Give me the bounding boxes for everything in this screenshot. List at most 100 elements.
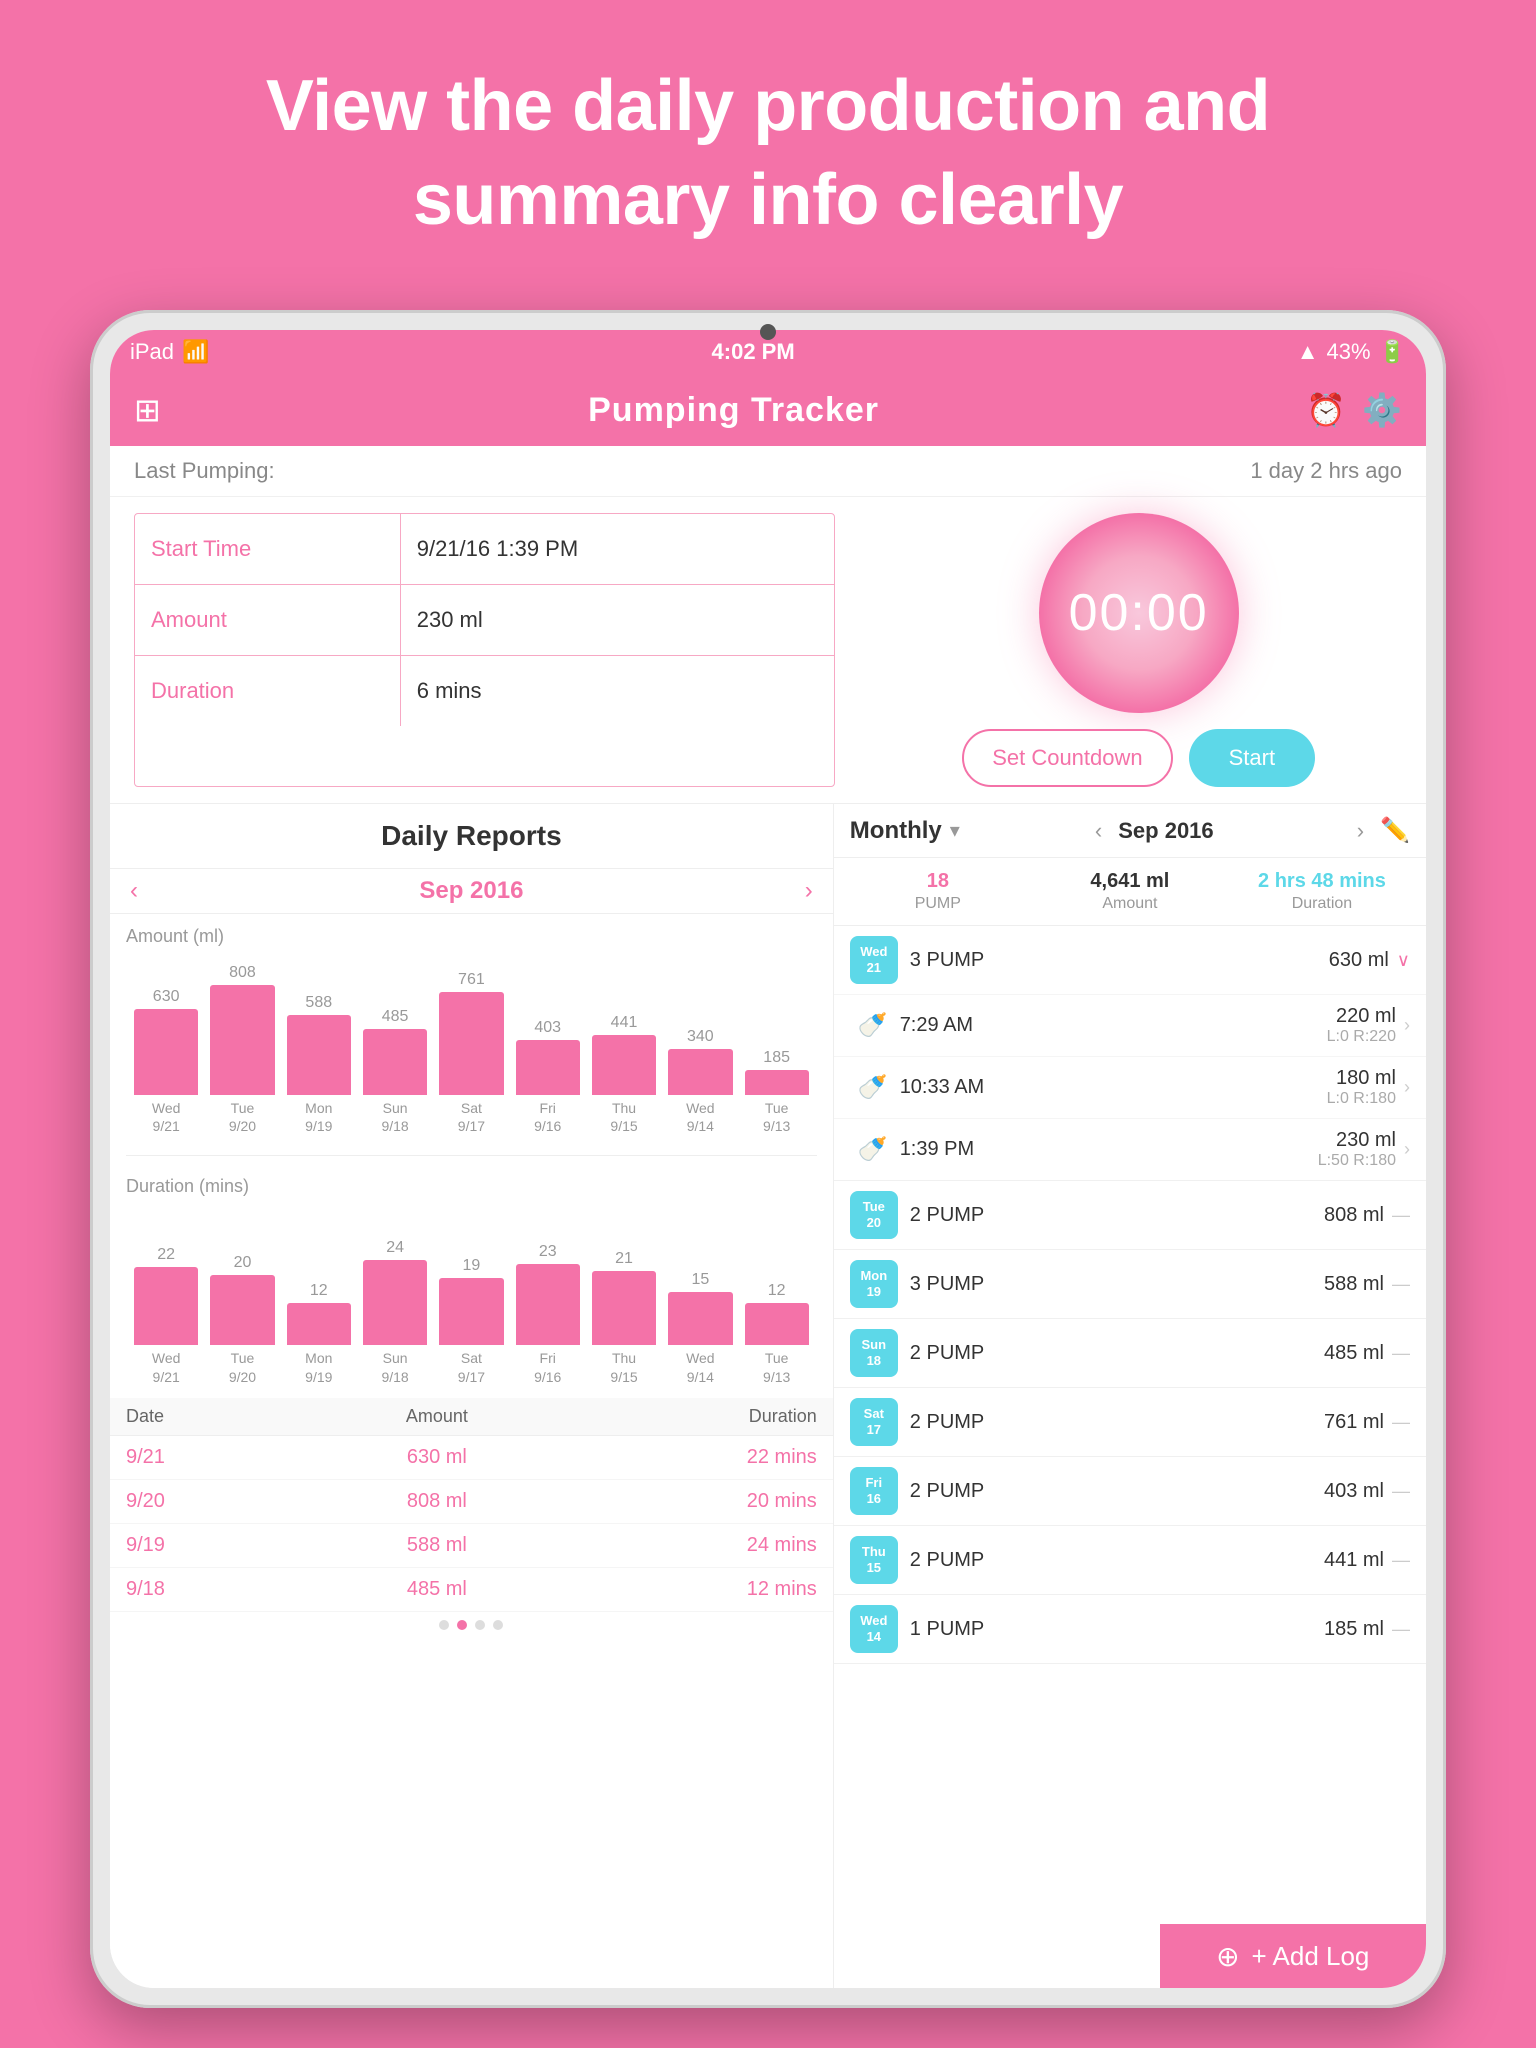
day-header[interactable]: Sun182 PUMP485 ml— — [834, 1319, 1426, 1387]
dot-3 — [475, 1620, 485, 1630]
amount-bar-group: 403 — [516, 955, 580, 1095]
day-entry: Mon193 PUMP588 ml— — [834, 1250, 1426, 1319]
sub-amount-col: 180 ml L:0 R:180 — [1327, 1067, 1396, 1108]
monthly-panel: Monthly ▾ ‹ Sep 2016 › ✏️ 18 PUMP — [834, 804, 1426, 1988]
table-rows: 9/21 630 ml 22 mins 9/20 808 ml 20 mins … — [110, 1436, 833, 1612]
duration-bar-x-label: Sat9/17 — [439, 1349, 503, 1385]
duration-bar-group: 15 — [668, 1205, 732, 1345]
amount-bar-value: 588 — [305, 994, 332, 1012]
device-name: iPad — [130, 339, 174, 365]
amount-bar — [287, 1015, 351, 1095]
td-date: 9/18 — [126, 1578, 299, 1601]
monthly-nav: Monthly ▾ ‹ Sep 2016 › ✏️ — [834, 804, 1426, 858]
dot-2 — [457, 1620, 467, 1630]
day-header[interactable]: Mon193 PUMP588 ml— — [834, 1250, 1426, 1318]
reports-nav: ‹ Sep 2016 › — [110, 868, 833, 914]
table-row: 9/21 630 ml 22 mins — [110, 1436, 833, 1480]
amount-bar-value: 403 — [534, 1019, 561, 1037]
timer-buttons: Set Countdown Start — [962, 729, 1315, 787]
wifi-icon: 📶 — [182, 339, 209, 365]
amount-bar-group: 340 — [668, 955, 732, 1095]
app-content: Last Pumping: 1 day 2 hrs ago Start Time… — [110, 446, 1426, 1988]
day-entry: Wed213 PUMP630 ml∨ 🍼 7:29 AM 220 ml L:0 … — [834, 926, 1426, 1181]
sub-chevron: › — [1404, 1139, 1410, 1160]
duration-bar-group: 19 — [439, 1205, 503, 1345]
td-amount: 485 ml — [299, 1578, 575, 1601]
grid-icon[interactable]: ⊞ — [134, 391, 161, 429]
prev-month-button[interactable]: ‹ — [130, 877, 138, 905]
td-duration: 12 mins — [575, 1578, 817, 1601]
amount-bar-value: 808 — [229, 964, 256, 982]
duration-bar-value: 20 — [234, 1254, 252, 1272]
day-amount: 630 ml — [1329, 949, 1389, 972]
day-expand-arrow[interactable]: — — [1392, 1343, 1410, 1364]
duration-bar-x-label: Wed9/21 — [134, 1349, 198, 1385]
duration-bar-value: 22 — [157, 1246, 175, 1264]
duration-bar-group: 12 — [745, 1205, 809, 1345]
pump-icon: 🍼 — [858, 1011, 888, 1040]
day-expand-arrow[interactable]: — — [1392, 1274, 1410, 1295]
app-header: ⊞ Pumping Tracker ⏰ ⚙️ — [110, 374, 1426, 446]
day-header[interactable]: Fri162 PUMP403 ml— — [834, 1457, 1426, 1525]
duration-bar-value: 12 — [768, 1282, 786, 1300]
day-expand-arrow[interactable]: ∨ — [1397, 950, 1410, 971]
amount-bar-value: 761 — [458, 971, 485, 989]
settings-icon[interactable]: ⚙️ — [1362, 391, 1402, 429]
day-header[interactable]: Sat172 PUMP761 ml— — [834, 1388, 1426, 1456]
timer-circle: 00:00 — [1039, 513, 1239, 713]
clock: 4:02 PM — [712, 339, 795, 365]
set-countdown-button[interactable]: Set Countdown — [962, 729, 1172, 787]
next-month-chevron[interactable]: › — [1357, 818, 1364, 844]
day-expand-arrow[interactable]: — — [1392, 1550, 1410, 1571]
day-entry: Sun182 PUMP485 ml— — [834, 1319, 1426, 1388]
day-expand-arrow[interactable]: — — [1392, 1205, 1410, 1226]
monthly-dropdown-arrow[interactable]: ▾ — [950, 818, 960, 843]
day-header[interactable]: Wed141 PUMP185 ml— — [834, 1595, 1426, 1663]
sub-entry[interactable]: 🍼 7:29 AM 220 ml L:0 R:220 › — [834, 994, 1426, 1056]
clock-icon[interactable]: ⏰ — [1306, 391, 1346, 429]
add-log-bar[interactable]: ⊕ + Add Log — [1160, 1924, 1426, 1988]
stat-duration: 2 hrs 48 mins Duration — [1226, 870, 1418, 913]
duration-bar-group: 24 — [363, 1205, 427, 1345]
duration-label: Duration — [135, 656, 401, 726]
col-amount: Amount — [299, 1406, 575, 1427]
monthly-stats: 18 PUMP 4,641 ml Amount 2 hrs 48 mins Du… — [834, 858, 1426, 926]
day-amount: 441 ml — [1324, 1549, 1384, 1572]
day-expand-arrow[interactable]: — — [1392, 1619, 1410, 1640]
duration-bar-x-label: Mon9/19 — [287, 1349, 351, 1385]
day-entry: Tue202 PUMP808 ml— — [834, 1181, 1426, 1250]
next-month-button[interactable]: › — [805, 877, 813, 905]
sub-entry[interactable]: 🍼 10:33 AM 180 ml L:0 R:180 › — [834, 1056, 1426, 1118]
day-header[interactable]: Thu152 PUMP441 ml— — [834, 1526, 1426, 1594]
day-expand-arrow[interactable]: — — [1392, 1412, 1410, 1433]
stat-pump: 18 PUMP — [842, 870, 1034, 913]
sub-entry[interactable]: 🍼 1:39 PM 230 ml L:50 R:180 › — [834, 1118, 1426, 1180]
add-log-label: + Add Log — [1252, 1941, 1370, 1972]
sub-detail: L:0 R:220 — [1327, 1028, 1396, 1046]
day-amount: 485 ml — [1324, 1342, 1384, 1365]
day-header[interactable]: Wed213 PUMP630 ml∨ — [834, 926, 1426, 994]
day-expand-arrow[interactable]: — — [1392, 1481, 1410, 1502]
background-title: View the daily production and summary in… — [0, 0, 1536, 277]
day-pump-count: 1 PUMP — [910, 1618, 1324, 1641]
day-header[interactable]: Tue202 PUMP808 ml— — [834, 1181, 1426, 1249]
col-date: Date — [126, 1406, 299, 1427]
duration-chart-label: Duration (mins) — [126, 1176, 817, 1197]
start-button[interactable]: Start — [1189, 729, 1315, 787]
day-badge: Mon19 — [850, 1260, 898, 1308]
sub-amount-col: 230 ml L:50 R:180 — [1318, 1129, 1396, 1170]
prev-month-chevron[interactable]: ‹ — [1095, 818, 1102, 844]
day-entry: Fri162 PUMP403 ml— — [834, 1457, 1426, 1526]
table-row: 9/19 588 ml 24 mins — [110, 1524, 833, 1568]
td-amount: 808 ml — [299, 1490, 575, 1513]
page-dots — [110, 1612, 833, 1638]
day-badge: Wed21 — [850, 936, 898, 984]
duration-bar — [287, 1303, 351, 1346]
sub-amount-col: 220 ml L:0 R:220 — [1327, 1005, 1396, 1046]
amount-bar-value: 630 — [153, 988, 180, 1006]
day-pump-count: 2 PUMP — [910, 1549, 1324, 1572]
stat-amount-label: Amount — [1034, 895, 1226, 913]
edit-icon[interactable]: ✏️ — [1380, 816, 1410, 845]
td-amount: 630 ml — [299, 1446, 575, 1469]
duration-bar-chart: 222012241923211512 — [126, 1205, 817, 1345]
